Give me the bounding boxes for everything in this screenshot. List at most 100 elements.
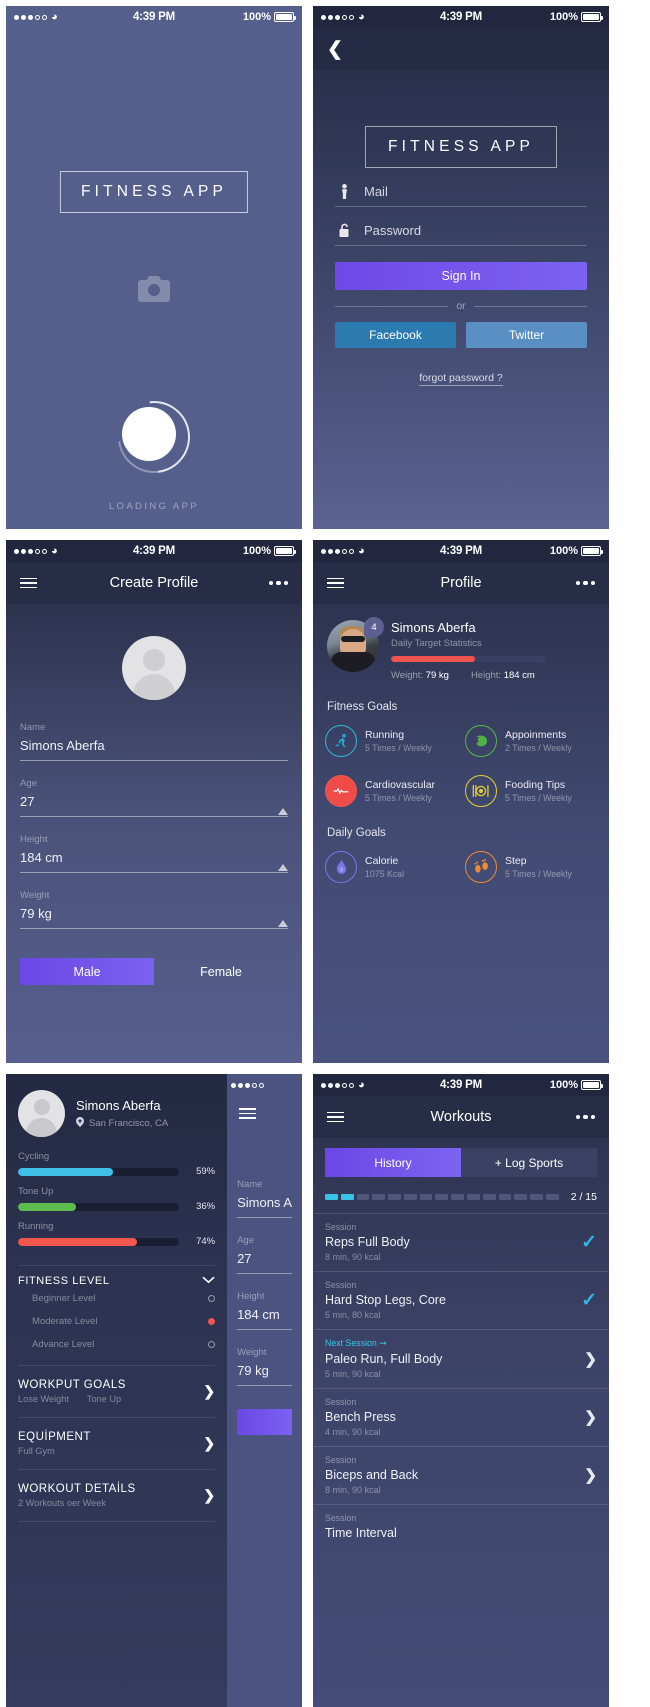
tab-log-sports[interactable]: + Log Sports [461,1148,597,1177]
goal-step[interactable]: Step 5 Times / Weekly [465,851,597,883]
signin-button[interactable]: Sign In [335,262,587,290]
side-height-field[interactable]: Height 184 cm [237,1291,292,1330]
page-title: Workouts [430,1109,492,1125]
session-row[interactable]: Session Bench Press 4 min, 90 kcal ❯ [313,1388,609,1446]
chevron-right-icon[interactable]: ❯ [584,1466,597,1484]
session-row[interactable]: Session Biceps and Back 8 min, 90 kcal ❯ [313,1446,609,1504]
weight-field[interactable]: Weight 79 kg [20,890,288,929]
session-text: Session Reps Full Body 8 min, 90 kcal [325,1222,581,1262]
twitter-button[interactable]: Twitter [466,322,587,348]
email-field[interactable]: Mail [335,178,587,207]
tab-history[interactable]: History [325,1148,461,1177]
side-age-input[interactable]: 27 [237,1251,292,1274]
section-workout-details[interactable]: WORKOUT DETAİLS 2 Workouts oer Week ❯ [6,1479,227,1512]
session-meta: 4 min, 90 kcal [325,1427,381,1437]
side-primary-button[interactable] [237,1408,292,1435]
session-row-next[interactable]: Next Session ➞ Paleo Run, Full Body 5 mi… [313,1329,609,1388]
forgot-password-link[interactable]: forgot password ? [419,372,503,386]
lock-icon [337,223,352,238]
more-icon[interactable] [575,580,595,586]
email-input[interactable]: Mail [364,184,388,199]
goal-appoinments[interactable]: Appoinments 2 Times / Weekly [465,725,597,757]
name-field[interactable]: Name Simons Aberfa [20,722,288,761]
side-height-input[interactable]: 184 cm [237,1307,292,1330]
avatar-placeholder-icon[interactable] [18,1090,65,1137]
side-name-input[interactable]: Simons A [237,1195,292,1218]
chevron-right-icon[interactable]: ❯ [203,1383,215,1400]
section-title: EQUİPMENT [18,1431,91,1443]
session-row[interactable]: Session Time Interval [313,1504,609,1549]
side-age-field[interactable]: Age 27 [237,1235,292,1274]
more-icon[interactable] [575,1114,595,1120]
profile-info: Simons Aberfa Daily Target Statistics 54… [391,620,595,681]
avatar[interactable]: 4 [327,617,384,672]
goal-sub: 2 Times / Weekly [505,743,572,753]
level-label: Advance Level [32,1339,95,1350]
activity-bars: Cycling 59% Tone Up 36% Running 74% [6,1151,227,1256]
location-text: San Francisco, CA [89,1117,169,1129]
height-input[interactable]: 184 cm [20,850,288,873]
side-name-label: Name [237,1178,263,1190]
bar-running: Running 74% [18,1221,215,1247]
side-weight-field[interactable]: Weight 79 kg [237,1347,292,1386]
side-form: Name Simons A Age 27 Height 184 cm Weigh… [227,1179,302,1403]
session-text: Session Hard Stop Legs, Core 5 min, 80 k… [325,1280,581,1320]
stats-header: Simons Aberfa San Francisco, CA [6,1074,227,1151]
goal-fooding-tips[interactable]: Fooding Tips 5 Times / Weekly [465,775,597,807]
avatar-placeholder-icon[interactable] [122,636,186,700]
goal-cardiovascular[interactable]: Cardiovascular 5 Times / Weekly [325,775,457,807]
radio-icon[interactable] [208,1341,216,1348]
name-input[interactable]: Simons Aberfa [20,738,288,761]
chevron-down-icon[interactable] [202,1275,215,1287]
weight-metric: Weight: 79 kg [391,670,449,681]
bar-label: Cycling [18,1151,50,1162]
status-time: 4:39 PM [439,545,483,557]
fitness-level-title: FITNESS LEVEL [18,1275,110,1287]
level-moderate[interactable]: Moderate Level [6,1310,227,1333]
flame-icon [325,851,357,883]
session-row[interactable]: Session Reps Full Body 8 min, 90 kcal ✓ [313,1213,609,1271]
chevron-right-icon[interactable]: ❯ [203,1435,215,1452]
side-weight-input[interactable]: 79 kg [237,1363,292,1386]
profile-subtitle: Daily Target Statistics [391,638,482,649]
password-field[interactable]: Password [335,217,587,246]
progress-segment [356,1194,370,1200]
or-divider: or [335,300,587,312]
goal-running[interactable]: Running 5 Times / Weekly [325,725,457,757]
session-row[interactable]: Session Hard Stop Legs, Core 5 min, 80 k… [313,1271,609,1329]
facebook-button[interactable]: Facebook [335,322,456,348]
battery-icon [274,12,296,22]
side-name-field[interactable]: Name Simons A [237,1179,292,1218]
hamburger-icon[interactable] [239,1108,257,1119]
password-input[interactable]: Password [364,223,421,238]
height-field[interactable]: Height 184 cm [20,834,288,873]
chevron-right-icon[interactable]: ❯ [584,1408,597,1426]
session-meta: 8 min, 90 kcal [325,1252,381,1262]
level-beginner[interactable]: Beginner Level [6,1287,227,1310]
divider-line-left [335,305,449,307]
status-bar: ◕ 4:39 PM 100% [6,540,302,562]
section-text: WORKPUT GOALS Lose Weight Tone Up [18,1379,203,1404]
weight-input[interactable]: 79 kg [20,906,288,929]
section-workout-goals[interactable]: WORKPUT GOALS Lose Weight Tone Up ❯ [6,1375,227,1408]
divider [18,1521,216,1522]
fitness-level-header[interactable]: FITNESS LEVEL [6,1275,227,1287]
progress-count: 2 / 15 [570,1191,597,1203]
goal-text: Cardiovascular 5 Times / Weekly [365,779,435,803]
radio-selected-icon[interactable] [208,1318,216,1325]
gender-male-button[interactable]: Male [20,958,154,985]
level-advance[interactable]: Advance Level [6,1333,227,1356]
age-input[interactable]: 27 [20,794,288,817]
goal-calorie[interactable]: Calorie 1075 Kcal [325,851,457,883]
chevron-right-icon[interactable]: ❯ [584,1350,597,1368]
age-field[interactable]: Age 27 [20,778,288,817]
radio-icon[interactable] [208,1295,216,1302]
goal-text: Appoinments 2 Times / Weekly [505,729,572,753]
section-equipment[interactable]: EQUİPMENT Full Gym ❯ [6,1427,227,1460]
chevron-right-icon[interactable]: ❯ [203,1487,215,1504]
more-icon[interactable] [268,580,288,586]
signin-body: FITNESS APP Mail Password Sign In or Fac… [313,70,609,529]
chevron-left-icon[interactable]: ❮ [327,40,343,59]
bar-percent: 74% [196,1236,216,1247]
gender-female-button[interactable]: Female [154,958,288,985]
